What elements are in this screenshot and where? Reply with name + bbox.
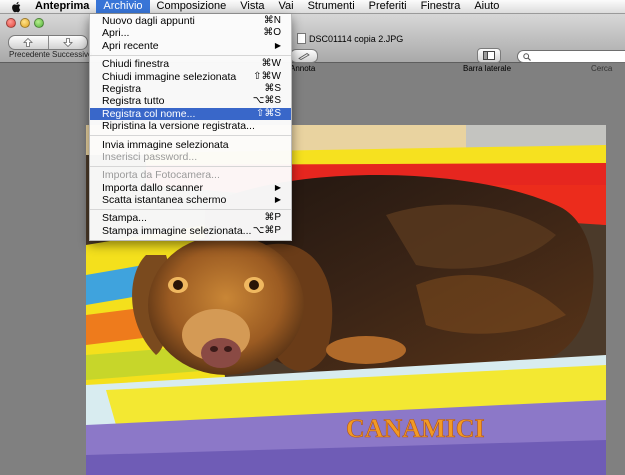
arrow-down-icon	[62, 38, 73, 47]
menu-separator	[90, 135, 291, 137]
menu-item-importa-fotocamera: Importa da Fotocamera...	[102, 169, 220, 182]
menu-item-registra[interactable]: Registra ⌘S	[90, 83, 291, 95]
search-label: Cerca	[591, 64, 613, 73]
pencil-icon	[298, 53, 310, 60]
menu-item-chiudi-immagine[interactable]: Chiudi immagine selezionata ⇧⌘W	[90, 71, 291, 83]
menu-item-stampa-immagine[interactable]: Stampa immagine selezionata... ⌥⌘P	[90, 225, 291, 237]
document-icon	[297, 33, 306, 44]
zoom-window-button[interactable]	[34, 18, 44, 28]
sidebar-button[interactable]	[477, 48, 501, 63]
annotate-button[interactable]	[290, 49, 318, 63]
minimize-window-button[interactable]	[20, 18, 30, 28]
menu-item-scatta-istantanea[interactable]: Scatta istantanea schermo ▶	[90, 194, 291, 206]
navigation-segmented-control	[8, 35, 88, 50]
sidebar-icon	[483, 51, 495, 60]
menu-item-registra-col-nome[interactable]: Registra col nome... ⇧⌘S	[90, 107, 291, 121]
menu-aiuto[interactable]: Aiuto	[467, 0, 506, 13]
cushion-logo: CANAMICI	[346, 414, 485, 443]
window-title: DSC01114 copia 2.JPG	[297, 33, 403, 44]
menu-vai[interactable]: Vai	[272, 0, 301, 13]
menu-item-registra-tutto[interactable]: Registra tutto ⌥⌘S	[90, 95, 291, 107]
close-window-button[interactable]	[6, 18, 16, 28]
window-controls	[6, 18, 44, 28]
submenu-arrow-icon: ▶	[274, 195, 281, 205]
menu-item-importa-scanner[interactable]: Importa dallo scanner ▶	[90, 182, 291, 194]
menu-anteprima[interactable]: Anteprima	[28, 0, 96, 13]
menu-item-chiudi-finestra[interactable]: Chiudi finestra ⌘W	[90, 58, 291, 70]
menu-item-inserisci-password: Inserisci password...	[102, 150, 198, 163]
menu-vista[interactable]: Vista	[233, 0, 271, 13]
search-field[interactable]	[517, 50, 625, 63]
menu-item-nuovo-dagli-appunti[interactable]: Nuovo dagli appunti ⌘N	[90, 15, 291, 27]
menu-strumenti[interactable]: Strumenti	[301, 0, 362, 13]
menu-preferiti[interactable]: Preferiti	[362, 0, 414, 13]
menu-item-stampa[interactable]: Stampa... ⌘P	[90, 212, 291, 224]
menu-finestra[interactable]: Finestra	[414, 0, 468, 13]
menu-archivio[interactable]: Archivio	[96, 0, 150, 13]
menu-separator	[90, 54, 291, 56]
sidebar-label: Barra laterale	[463, 64, 512, 73]
menu-item-apri[interactable]: Apri... ⌘O	[90, 27, 291, 39]
menu-bar: Anteprima Archivio Composizione Vista Va…	[0, 0, 625, 14]
window-title-text: DSC01114 copia 2.JPG	[309, 33, 404, 44]
previous-button[interactable]	[9, 36, 48, 49]
menu-composizione[interactable]: Composizione	[150, 0, 234, 13]
previous-label: Precedente	[9, 50, 50, 59]
menu-item-apri-recente[interactable]: Apri recente ▶	[90, 40, 291, 52]
arrow-up-icon	[23, 38, 34, 47]
submenu-arrow-icon: ▶	[274, 182, 281, 192]
search-icon	[523, 52, 531, 61]
next-button[interactable]	[47, 36, 88, 49]
menu-separator	[90, 165, 291, 167]
annotate-label: Annota	[290, 64, 316, 73]
next-label: Successivo	[52, 50, 93, 59]
submenu-arrow-icon: ▶	[274, 40, 281, 50]
archivio-menu: Nuovo dagli appunti ⌘N Apri... ⌘O Apri r…	[89, 14, 292, 242]
menu-separator	[90, 208, 291, 210]
menu-item-invia-immagine[interactable]: Invia immagine selezionata	[90, 139, 291, 151]
apple-menu-icon[interactable]	[6, 0, 28, 13]
menu-item-ripristina[interactable]: Ripristina la versione registrata...	[90, 120, 291, 132]
